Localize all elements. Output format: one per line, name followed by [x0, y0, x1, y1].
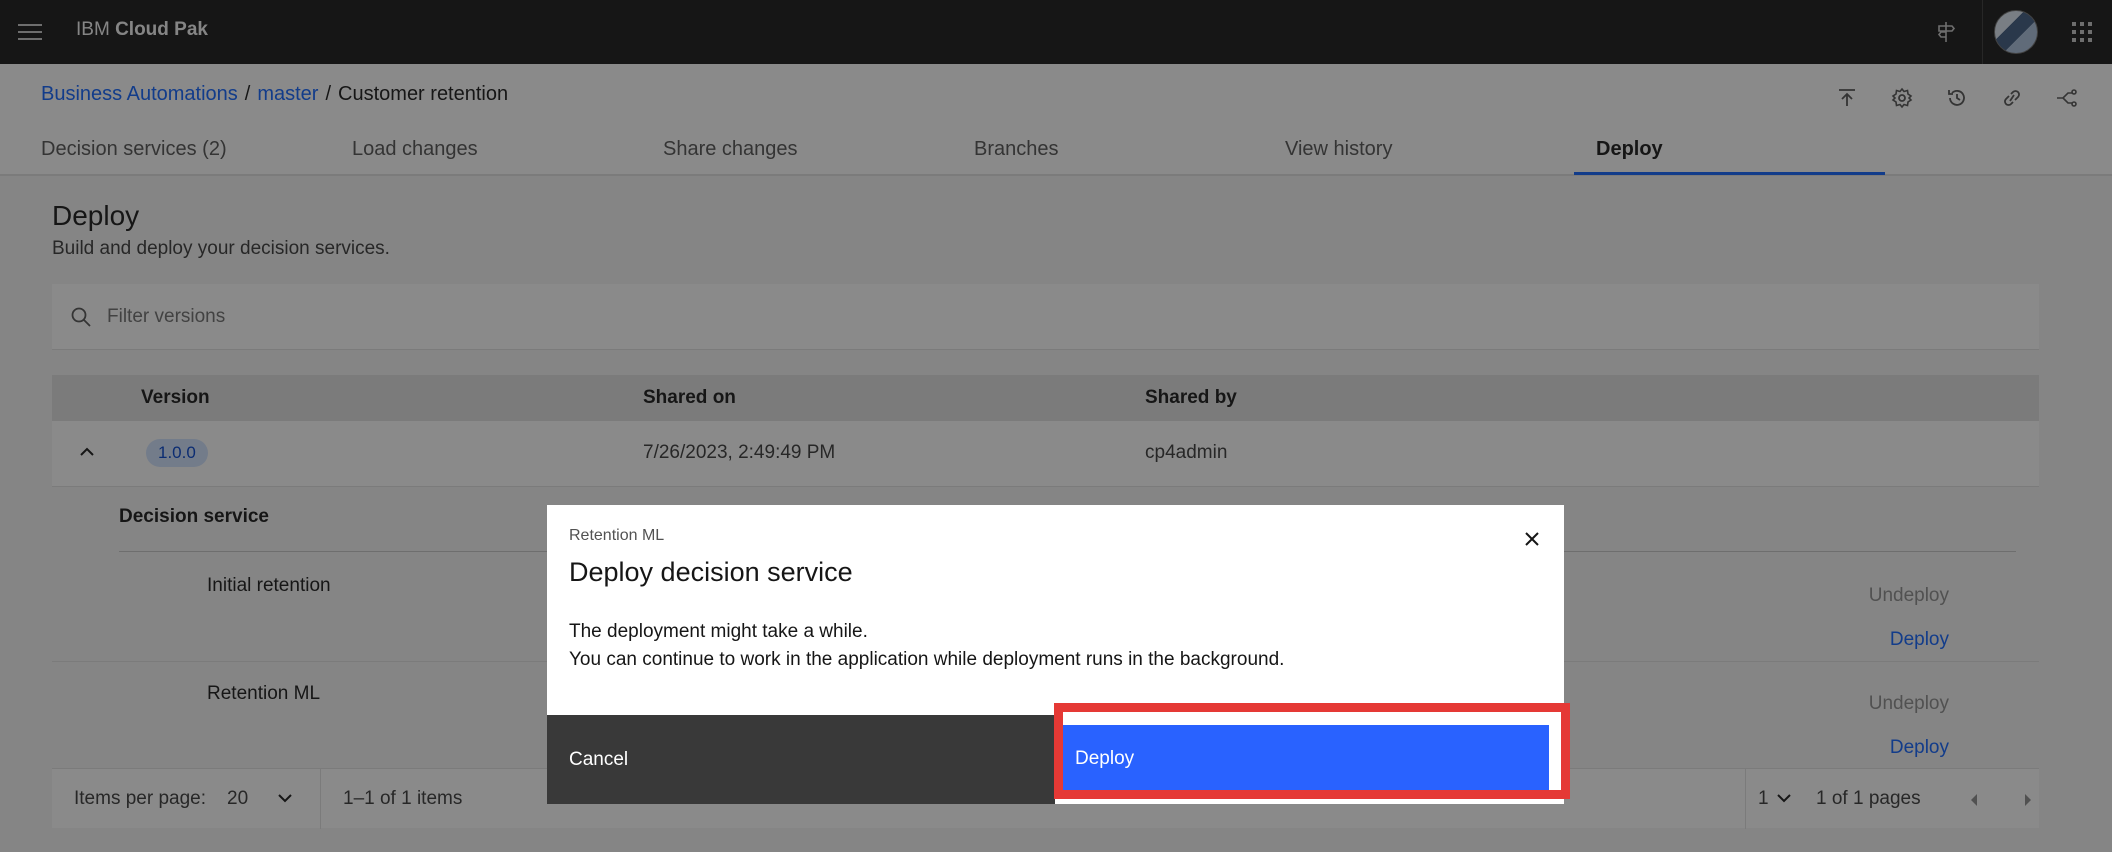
- deploy-button[interactable]: Deploy: [1061, 725, 1549, 792]
- deploy-modal: Retention ML Deploy decision service The…: [547, 505, 1564, 804]
- modal-body: The deployment might take a while. You c…: [569, 618, 1284, 674]
- modal-title: Deploy decision service: [569, 557, 853, 587]
- modal-body-line2: You can continue to work in the applicat…: [569, 649, 1285, 670]
- close-icon[interactable]: [1518, 525, 1546, 553]
- cancel-button[interactable]: Cancel: [547, 715, 1055, 804]
- modal-footer: Cancel Deploy: [547, 715, 1564, 804]
- modal-label: Retention ML: [569, 527, 665, 544]
- modal-body-line1: The deployment might take a while.: [569, 621, 868, 642]
